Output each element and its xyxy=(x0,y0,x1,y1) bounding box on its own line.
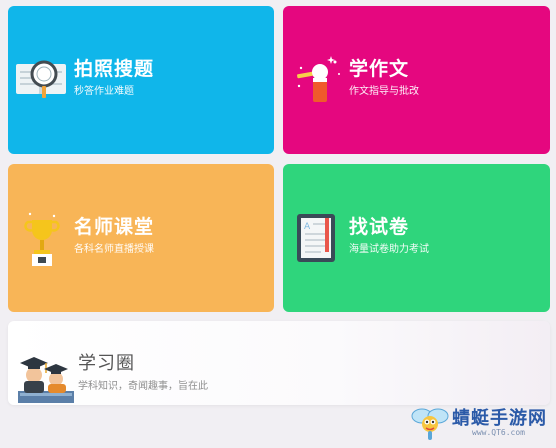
watermark-text: 蜻蜓手游网 xyxy=(452,408,547,429)
tile-photo-search[interactable]: 拍照搜题 秒答作业难题 xyxy=(8,6,274,154)
tile-title: 拍照搜题 xyxy=(74,58,155,80)
graduation-caps-icon xyxy=(16,349,76,405)
tile-title: 学习圈 xyxy=(78,353,135,374)
pencil-hand-icon xyxy=(291,52,345,108)
watermark: 蜻蜓手游网 www.QT6.com xyxy=(410,402,550,442)
tile-title: 学作文 xyxy=(349,58,410,80)
tile-subtitle: 学科知识，奇闻趣事，旨在此 xyxy=(78,381,208,392)
tile-composition[interactable]: 学作文 作文指导与批改 xyxy=(283,6,550,154)
svg-text:A: A xyxy=(304,222,311,232)
watermark-url: www.QT6.com xyxy=(472,428,525,437)
trophy-icon xyxy=(24,208,60,268)
magnifier-book-icon xyxy=(14,54,70,100)
tile-title: 找试卷 xyxy=(349,216,410,238)
exam-paper-icon: A xyxy=(295,212,337,264)
tile-find-exam-papers[interactable]: A 找试卷 海量试卷助力考试 xyxy=(283,164,550,312)
tile-famous-teacher-class[interactable]: 名师课堂 各科名师直播授课 xyxy=(8,164,274,312)
tile-subtitle: 作文指导与批改 xyxy=(349,86,419,97)
tile-subtitle: 海量试卷助力考试 xyxy=(349,244,429,255)
tile-subtitle: 各科名师直播授课 xyxy=(74,244,154,255)
dragonfly-logo-icon xyxy=(410,402,450,442)
tile-study-circle[interactable]: 学习圈 学科知识，奇闻趣事，旨在此 xyxy=(8,321,550,405)
tile-title: 名师课堂 xyxy=(74,216,155,238)
tile-subtitle: 秒答作业难题 xyxy=(74,86,134,97)
